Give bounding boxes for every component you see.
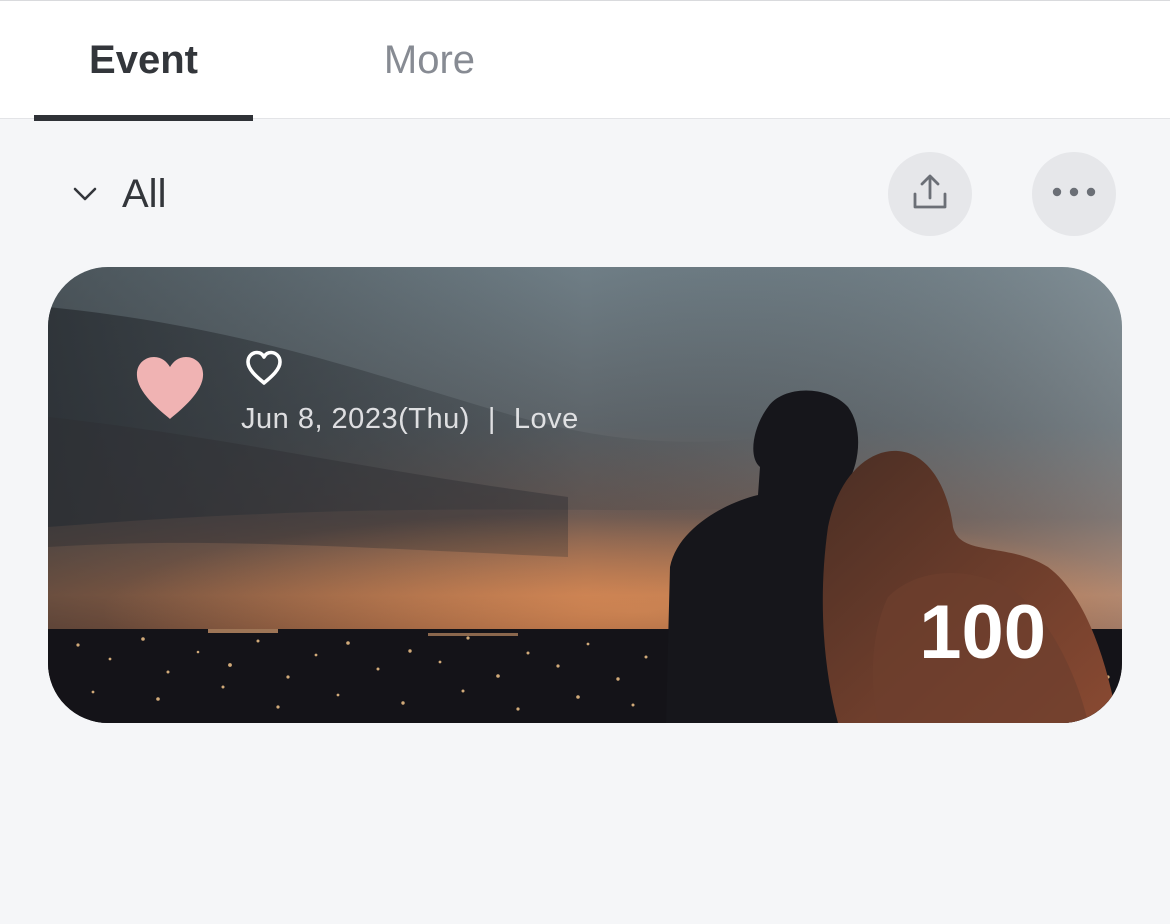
heart-outline-icon[interactable] — [244, 349, 284, 387]
meta-separator: | — [487, 403, 496, 435]
tab-more-label: More — [383, 38, 476, 82]
chevron-down-icon — [70, 179, 100, 209]
more-horizontal-icon — [1051, 185, 1097, 203]
event-card[interactable]: Jun 8, 2023(Thu) | Love 100 — [48, 267, 1122, 723]
active-tab-indicator — [34, 115, 253, 121]
tab-more[interactable]: More — [320, 1, 539, 120]
category-filter-dropdown[interactable]: All — [70, 164, 166, 224]
filter-label: All — [122, 171, 167, 216]
event-date: Jun 8, 2023(Thu) — [241, 403, 470, 435]
share-upload-icon — [910, 172, 950, 217]
share-button[interactable] — [888, 152, 972, 236]
event-day-count: 100 — [919, 590, 1046, 675]
event-screen: Event More All Jun 8, 2023(Thu) | Love 1… — [0, 0, 1170, 924]
event-meta: Jun 8, 2023(Thu) | Love — [241, 403, 579, 436]
tab-event-label: Event — [89, 38, 198, 82]
event-category: Love — [513, 403, 579, 435]
heart-filled-icon — [134, 355, 206, 421]
more-options-button[interactable] — [1032, 152, 1116, 236]
tab-bar: Event More — [0, 0, 1170, 121]
tab-event[interactable]: Event — [34, 1, 253, 121]
